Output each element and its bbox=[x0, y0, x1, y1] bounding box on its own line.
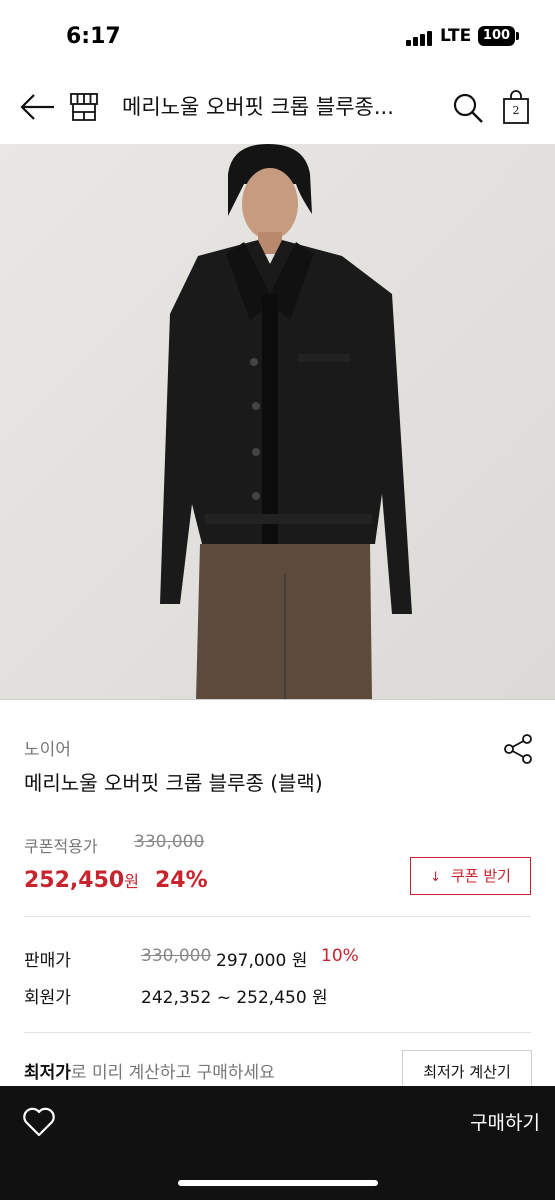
member-price-label: 회원가 bbox=[24, 988, 71, 1008]
product-name: 메리노울 오버핏 크롭 블루종 (블랙) bbox=[24, 771, 323, 795]
page-title: 메리노울 오버핏 크롭 블루종... bbox=[122, 95, 394, 119]
network-label: LTE bbox=[440, 26, 472, 46]
coupon-original-price: 330,000 bbox=[134, 832, 205, 852]
sale-price: 297,000 원 bbox=[216, 951, 308, 971]
battery-icon: 100 bbox=[478, 26, 515, 46]
status-bar: 6:17 LTE 100 bbox=[0, 0, 555, 72]
buy-button[interactable]: 구매하기 bbox=[430, 1108, 540, 1138]
heart-icon bbox=[23, 1107, 55, 1137]
coupon-price-currency: 원 bbox=[124, 872, 139, 891]
lowest-price-text: 로 미리 계산하고 구매하세요 bbox=[70, 1063, 275, 1083]
share-icon bbox=[504, 734, 532, 764]
nav-header: 메리노울 오버핏 크롭 블루종... 2 bbox=[0, 72, 555, 144]
divider bbox=[24, 916, 531, 917]
lowest-price-notice: 최저가로 미리 계산하고 구매하세요 bbox=[24, 1058, 275, 1083]
lowest-price-strong: 최저가 bbox=[24, 1063, 71, 1083]
bottom-action-bar: 구매하기 bbox=[0, 1086, 555, 1200]
share-button[interactable] bbox=[502, 733, 534, 765]
get-coupon-button[interactable]: ↓ 쿠폰 받기 bbox=[410, 857, 531, 895]
search-icon bbox=[453, 93, 483, 123]
sale-price-label: 판매가 bbox=[24, 951, 71, 971]
cart-button[interactable]: 2 bbox=[502, 90, 530, 124]
search-button[interactable] bbox=[452, 92, 484, 124]
battery-tip bbox=[516, 32, 519, 40]
coupon-price-label: 쿠폰적용가 bbox=[24, 837, 98, 856]
wishlist-button[interactable] bbox=[22, 1106, 56, 1138]
back-button[interactable] bbox=[20, 92, 56, 122]
coupon-discount-rate: 24% bbox=[155, 868, 208, 893]
get-coupon-label: 쿠폰 받기 bbox=[450, 867, 511, 885]
coupon-price: 252,450원 bbox=[24, 868, 139, 893]
status-time: 6:17 bbox=[66, 24, 121, 49]
sale-original-price: 330,000 bbox=[141, 946, 212, 966]
store-icon bbox=[70, 93, 98, 121]
coupon-price-value: 252,450 bbox=[24, 868, 125, 893]
arrow-left-icon bbox=[20, 94, 54, 120]
sale-discount-rate: 10% bbox=[321, 946, 359, 966]
cart-count-badge: 2 bbox=[512, 104, 520, 117]
brand-name[interactable]: 노이어 bbox=[24, 735, 71, 760]
download-icon: ↓ bbox=[430, 870, 441, 885]
member-price: 242,352 ~ 252,450 원 bbox=[141, 988, 328, 1008]
product-image[interactable] bbox=[0, 144, 555, 700]
signal-icon bbox=[406, 30, 436, 46]
store-button[interactable] bbox=[70, 92, 98, 122]
divider bbox=[24, 1032, 531, 1033]
home-indicator bbox=[178, 1180, 378, 1186]
